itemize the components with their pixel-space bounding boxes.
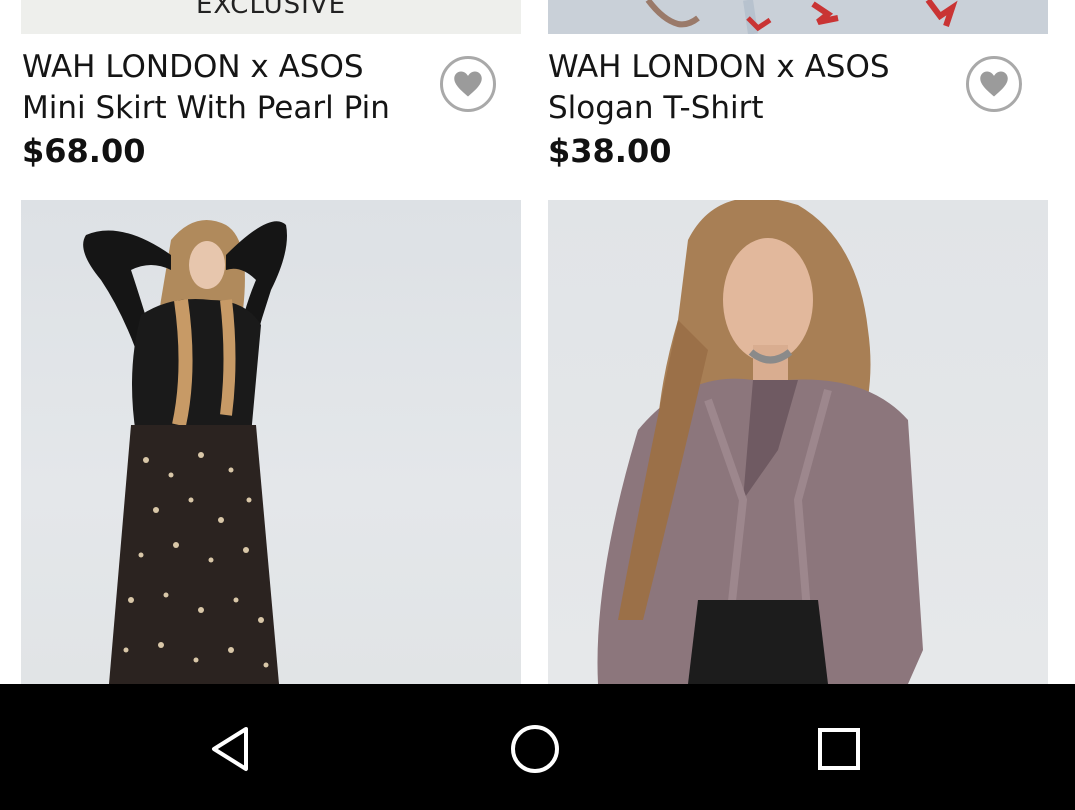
- product-image[interactable]: [21, 200, 521, 684]
- back-triangle-icon: [212, 727, 248, 771]
- slogan-tshirt-image: [548, 0, 1048, 34]
- product-image-top-left[interactable]: EXCLUSIVE: [21, 0, 521, 34]
- product-card-info[interactable]: WAH LONDON x ASOS Slogan T-Shirt $38.00: [548, 46, 1048, 176]
- exclusive-label: EXCLUSIVE: [195, 0, 347, 20]
- back-button[interactable]: [196, 714, 266, 784]
- product-price: $68.00: [22, 132, 146, 170]
- model-photo-satin-blazer: [597, 200, 923, 684]
- system-navigation-bar: [0, 684, 1075, 810]
- recents-square-icon: [818, 728, 860, 770]
- product-image[interactable]: [548, 200, 1048, 684]
- home-circle-icon: [511, 725, 559, 773]
- home-button[interactable]: [500, 714, 570, 784]
- product-image-top-right[interactable]: [548, 0, 1048, 34]
- product-card-info[interactable]: WAH LONDON x ASOS Mini Skirt With Pearl …: [22, 46, 522, 176]
- heart-icon: [980, 71, 1008, 97]
- save-favorite-button[interactable]: [440, 56, 496, 112]
- recents-button[interactable]: [804, 714, 874, 784]
- product-price: $38.00: [548, 132, 672, 170]
- model-photo-black-top-floral-skirt: [83, 220, 287, 684]
- save-favorite-button[interactable]: [966, 56, 1022, 112]
- heart-icon: [454, 71, 482, 97]
